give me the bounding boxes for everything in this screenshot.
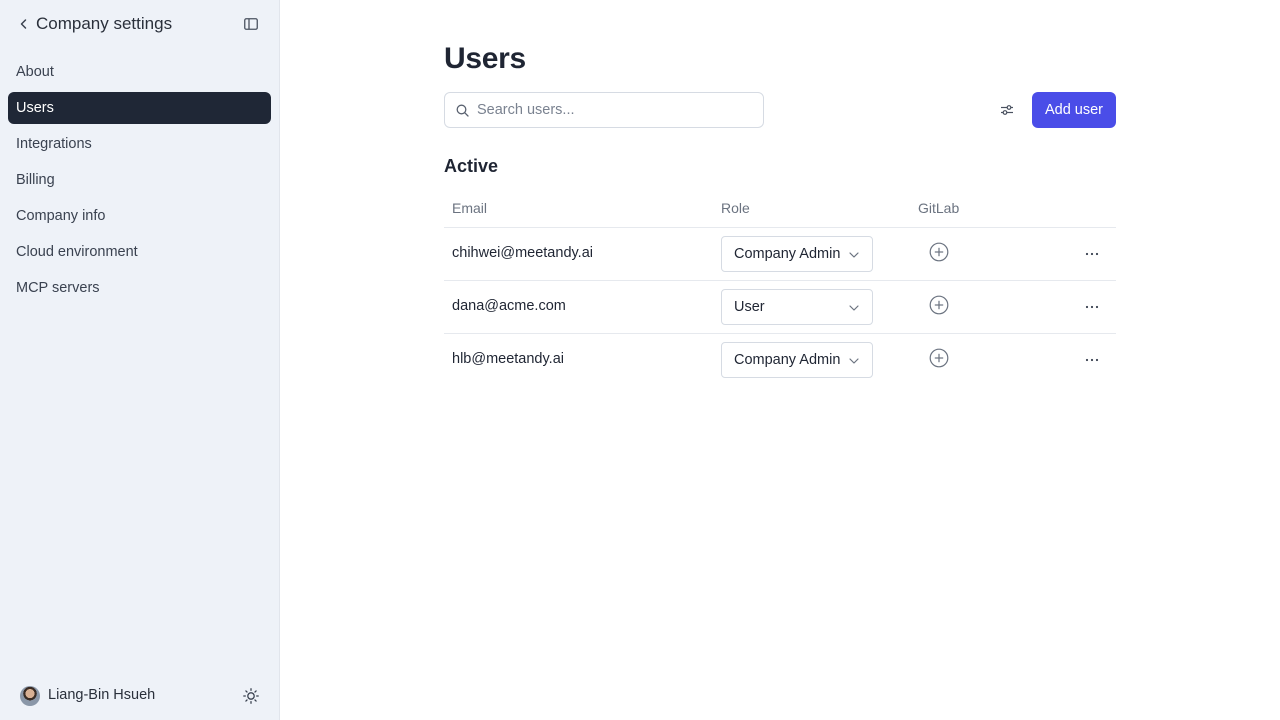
sidebar-item-label: Billing [16,172,55,188]
chevron-left-icon [20,19,27,29]
sidebar-item-label: Integrations [16,136,92,152]
user-email: chihwei@meetandy.ai [452,245,593,261]
settings-nav: About Users Integrations Billing Company… [8,56,271,308]
users-table: Email Role GitLab chihwei@meetandy.ai Co… [444,188,1116,387]
plus-circle-icon [929,348,949,368]
sliders-icon [1001,105,1013,115]
connect-gitlab-button[interactable] [929,295,949,315]
search-input[interactable] [477,93,757,127]
connect-gitlab-button[interactable] [929,348,949,368]
sidebar-item-users[interactable]: Users [8,92,271,124]
role-select[interactable]: Company Admin [721,342,873,378]
more-actions-button[interactable] [1082,297,1102,317]
column-header-email: Email [452,200,488,216]
filter-button[interactable] [997,100,1017,120]
back-button[interactable] [14,14,34,34]
role-select[interactable]: User [721,289,873,325]
more-actions-button[interactable] [1082,350,1102,370]
user-email: hlb@meetandy.ai [452,351,564,367]
sun-icon [243,688,259,704]
table-row: hlb@meetandy.ai Company Admin [444,334,1116,387]
role-value: User [734,299,765,315]
sidebar: Company settings About Users Integration… [0,0,280,720]
sidebar-item-integrations[interactable]: Integrations [8,128,271,160]
role-value: Company Admin [734,246,841,262]
plus-circle-icon [929,295,949,315]
table-row: chihwei@meetandy.ai Company Admin [444,228,1116,281]
sidebar-item-about[interactable]: About [8,56,271,88]
more-horizontal-icon [1085,358,1099,362]
table-header: Email Role GitLab [444,188,1116,228]
sidebar-item-label: Cloud environment [16,244,138,260]
sidebar-toggle-icon [244,18,258,30]
page-title: Users [444,42,526,75]
connect-gitlab-button[interactable] [929,242,949,262]
chevron-down-icon [849,252,859,258]
sidebar-item-label: About [16,64,54,80]
collapse-sidebar-button[interactable] [241,14,261,34]
section-title: Active [444,156,499,176]
user-profile[interactable]: Liang-Bin Hsueh [0,680,279,712]
more-horizontal-icon [1085,305,1099,309]
chevron-down-icon [849,305,859,311]
search-box[interactable] [444,92,764,128]
chevron-down-icon [849,358,859,364]
plus-circle-icon [929,242,949,262]
user-email: dana@acme.com [452,298,566,314]
sidebar-item-label: Company info [16,208,106,224]
add-user-button[interactable]: Add user [1032,92,1116,128]
role-select[interactable]: Company Admin [721,236,873,272]
sidebar-item-mcp-servers[interactable]: MCP servers [8,272,271,304]
avatar [20,686,40,706]
sidebar-item-company-info[interactable]: Company info [8,200,271,232]
role-value: Company Admin [734,352,841,368]
user-name: Liang-Bin Hsueh [48,687,156,703]
sidebar-header: Company settings [0,0,279,48]
sidebar-item-label: Users [16,100,54,116]
column-header-gitlab: GitLab [918,200,960,216]
search-icon [456,104,469,117]
more-actions-button[interactable] [1082,244,1102,264]
theme-toggle-button[interactable] [242,687,260,705]
sidebar-item-billing[interactable]: Billing [8,164,271,196]
sidebar-item-cloud-environment[interactable]: Cloud environment [8,236,271,268]
column-header-role: Role [721,200,750,216]
more-horizontal-icon [1085,252,1099,256]
sidebar-title: Company settings [36,14,173,33]
sidebar-item-label: MCP servers [16,280,100,296]
table-row: dana@acme.com User [444,281,1116,334]
